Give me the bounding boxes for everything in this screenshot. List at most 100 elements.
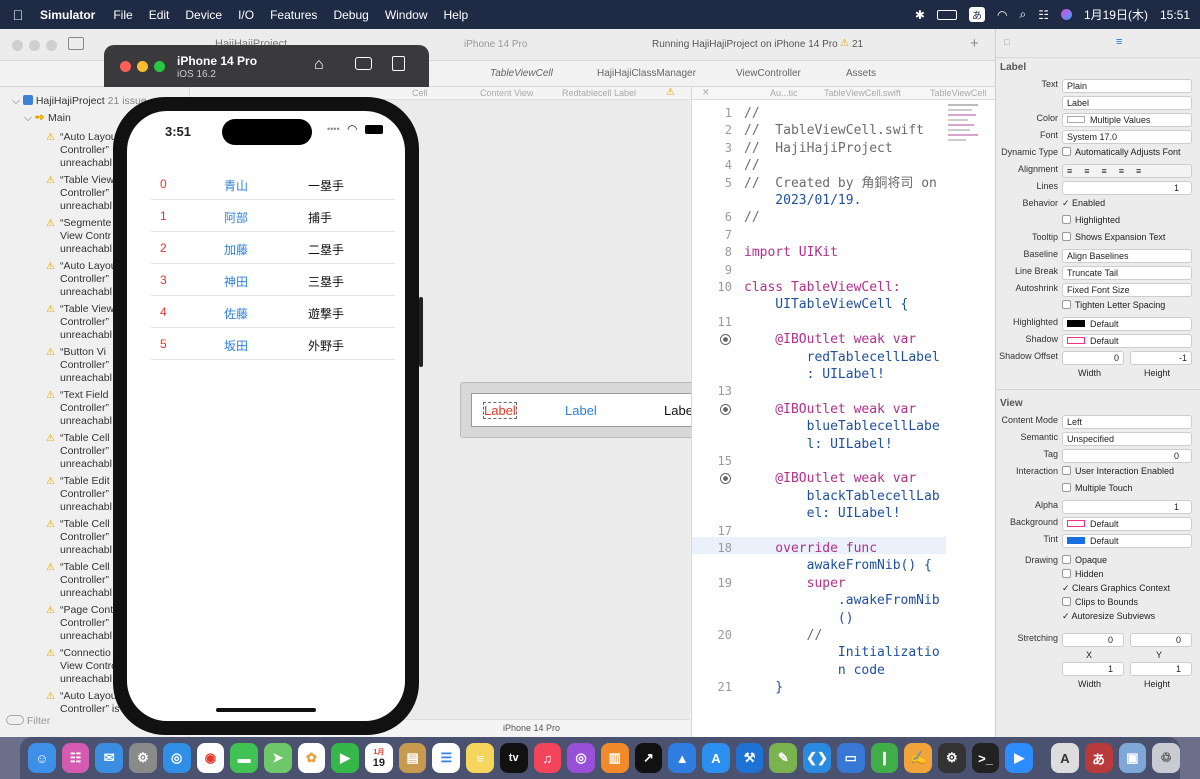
bluetooth-icon[interactable]: ✱ — [915, 8, 925, 22]
content-mode-select[interactable]: Left — [1062, 415, 1192, 429]
launchpad-icon[interactable]: ☷ — [61, 743, 90, 773]
messages-icon[interactable]: ▬ — [230, 743, 258, 773]
trash-icon[interactable]: ♲ — [1152, 743, 1180, 773]
home-icon[interactable]: ⌂ — [314, 56, 324, 74]
cell-prototype[interactable]: Label Label Label — [460, 382, 701, 438]
text-value-field[interactable]: Label — [1062, 96, 1192, 110]
lines-field[interactable]: 1 — [1062, 181, 1192, 195]
disclosure-icon[interactable]: ⌵ — [24, 112, 32, 124]
font-field[interactable]: System 17.0 — [1062, 130, 1192, 144]
clears-context-checkbox[interactable]: ✓ Clears Graphics Context — [1062, 583, 1170, 594]
sim-minimize-button[interactable] — [137, 61, 148, 72]
shadow-offset-width[interactable]: 0 — [1062, 351, 1124, 365]
cell-content-view[interactable]: Label Label Label — [471, 393, 701, 427]
user-interaction-checkbox[interactable]: User Interaction Enabled — [1062, 466, 1174, 476]
pages-icon[interactable]: ✍ — [904, 743, 932, 773]
tab-assets[interactable]: Assets — [846, 68, 876, 79]
calendar-icon[interactable]: 1月 19 — [365, 743, 393, 773]
menu-help[interactable]: Help — [436, 8, 477, 22]
table-row[interactable]: 0 青山 一塁手 — [151, 168, 395, 200]
alpha-field[interactable]: 1 — [1062, 500, 1192, 514]
menu-edit[interactable]: Edit — [141, 8, 178, 22]
screenshot-icon[interactable] — [355, 57, 372, 70]
table-row[interactable]: 4 佐藤 遊撃手 — [151, 296, 395, 328]
stretching-h-field[interactable]: 1 — [1130, 662, 1192, 676]
menubar-date[interactable]: 1月19日(木) — [1084, 6, 1148, 23]
ib-crumb-cell[interactable]: Cell — [412, 88, 428, 98]
finder-icon[interactable]: ☺ — [28, 743, 56, 773]
outlet-connection-icon[interactable] — [720, 403, 731, 415]
file-inspector-icon[interactable]: □ — [1004, 37, 1009, 47]
warning-icon[interactable]: ⚠ — [666, 87, 675, 98]
outlet-connection-icon[interactable] — [720, 473, 731, 485]
traffic-light-min[interactable] — [29, 40, 40, 51]
home-indicator[interactable] — [216, 708, 316, 712]
font-book-icon[interactable]: A — [1051, 743, 1079, 773]
traffic-light-close[interactable] — [12, 40, 23, 51]
menu-app-name[interactable]: Simulator — [36, 8, 105, 22]
vscode-icon[interactable]: ❮❯ — [803, 743, 831, 773]
background-select[interactable]: Default — [1062, 517, 1192, 531]
menu-device[interactable]: Device — [177, 8, 230, 22]
warning-count[interactable]: 21 — [852, 39, 863, 50]
tighten-checkbox[interactable]: Tighten Letter Spacing — [1062, 300, 1165, 310]
disclosure-icon[interactable]: ⌵ — [12, 95, 20, 107]
table-row[interactable]: 5 坂田 外野手 — [151, 328, 395, 360]
system-settings-icon[interactable]: ⚙ — [129, 743, 157, 773]
tab-class-manager[interactable]: HajiHajiClassManager — [597, 68, 696, 79]
chrome-icon[interactable]: ◉ — [196, 743, 225, 773]
tag-field[interactable]: 0 — [1062, 449, 1192, 463]
ib-device-label[interactable]: iPhone 14 Pro — [503, 723, 560, 733]
hidden-checkbox[interactable]: Hidden — [1062, 569, 1104, 579]
tooltip-checkbox[interactable]: Shows Expansion Text — [1062, 232, 1165, 242]
mail-icon[interactable]: ✉ — [95, 743, 124, 773]
siri-icon[interactable] — [1060, 9, 1072, 20]
multiple-touch-checkbox[interactable]: Multiple Touch — [1062, 483, 1132, 493]
table-row[interactable]: 3 神田 三塁手 — [151, 264, 395, 296]
red-label[interactable]: Label — [483, 402, 517, 419]
stocks-icon[interactable]: ↗ — [634, 743, 663, 773]
jump-bar-item[interactable]: Au...tic — [770, 88, 798, 98]
add-tab-icon[interactable]: + — [970, 35, 979, 52]
ib-crumb-content[interactable]: Content View — [480, 88, 533, 98]
semantic-select[interactable]: Unspecified — [1062, 432, 1192, 446]
close-editor-icon[interactable]: ✕ — [702, 87, 710, 98]
books-icon[interactable]: ▥ — [600, 743, 629, 773]
traffic-light-max[interactable] — [46, 40, 57, 51]
blue-label[interactable]: Label — [565, 403, 597, 418]
sim-close-button[interactable] — [120, 61, 131, 72]
control-center-icon[interactable]: ☷ — [1038, 8, 1049, 22]
baseline-select[interactable]: Align Baselines — [1062, 249, 1192, 263]
outlet-connection-icon[interactable] — [720, 334, 731, 346]
app-store-icon[interactable]: A — [702, 743, 730, 773]
line-break-select[interactable]: Truncate Tail — [1062, 266, 1192, 280]
enabled-checkbox[interactable]: ✓ Enabled — [1062, 198, 1105, 209]
minimap[interactable] — [948, 101, 986, 221]
alignment-segmented[interactable]: ≡≡≡≡≡ — [1062, 164, 1192, 178]
tint-select[interactable]: Default — [1062, 534, 1192, 548]
table-row[interactable]: 2 加藤 二塁手 — [151, 232, 395, 264]
code-editor[interactable]: ✕ Au...tic TableViewCell.swift TableView… — [691, 87, 996, 737]
stretching-x-field[interactable]: 0 — [1062, 633, 1124, 647]
xcode-icon[interactable]: ⚒ — [735, 743, 764, 773]
text-type-select[interactable]: Plain — [1062, 79, 1192, 93]
preview-icon[interactable]: ▣ — [1118, 743, 1147, 773]
facetime-icon[interactable]: ▶ — [331, 743, 360, 773]
simulator-icon[interactable]: ⚙ — [937, 743, 966, 773]
menubar-time[interactable]: 15:51 — [1160, 8, 1190, 22]
menu-debug[interactable]: Debug — [325, 8, 376, 22]
photos-icon[interactable]: ✿ — [297, 743, 326, 773]
reminders-icon[interactable]: ☰ — [432, 743, 461, 773]
ime-indicator[interactable]: あ — [968, 7, 985, 22]
menu-io[interactable]: I/O — [230, 8, 262, 22]
table-row[interactable]: 1 阿部 捕手 — [151, 200, 395, 232]
rotate-icon[interactable] — [392, 56, 405, 71]
safari-icon[interactable]: ◎ — [162, 743, 191, 773]
apple-icon[interactable]:  — [0, 7, 36, 23]
keynote-icon[interactable]: ▲ — [668, 743, 697, 773]
dynamic-type-checkbox[interactable]: Automatically Adjusts Font — [1062, 147, 1181, 157]
side-button[interactable] — [419, 297, 423, 367]
podcasts-icon[interactable]: ◎ — [567, 743, 595, 773]
attributes-inspector-icon[interactable]: ≡ — [1116, 36, 1122, 48]
numbers-icon[interactable]: ❙ — [870, 743, 899, 773]
